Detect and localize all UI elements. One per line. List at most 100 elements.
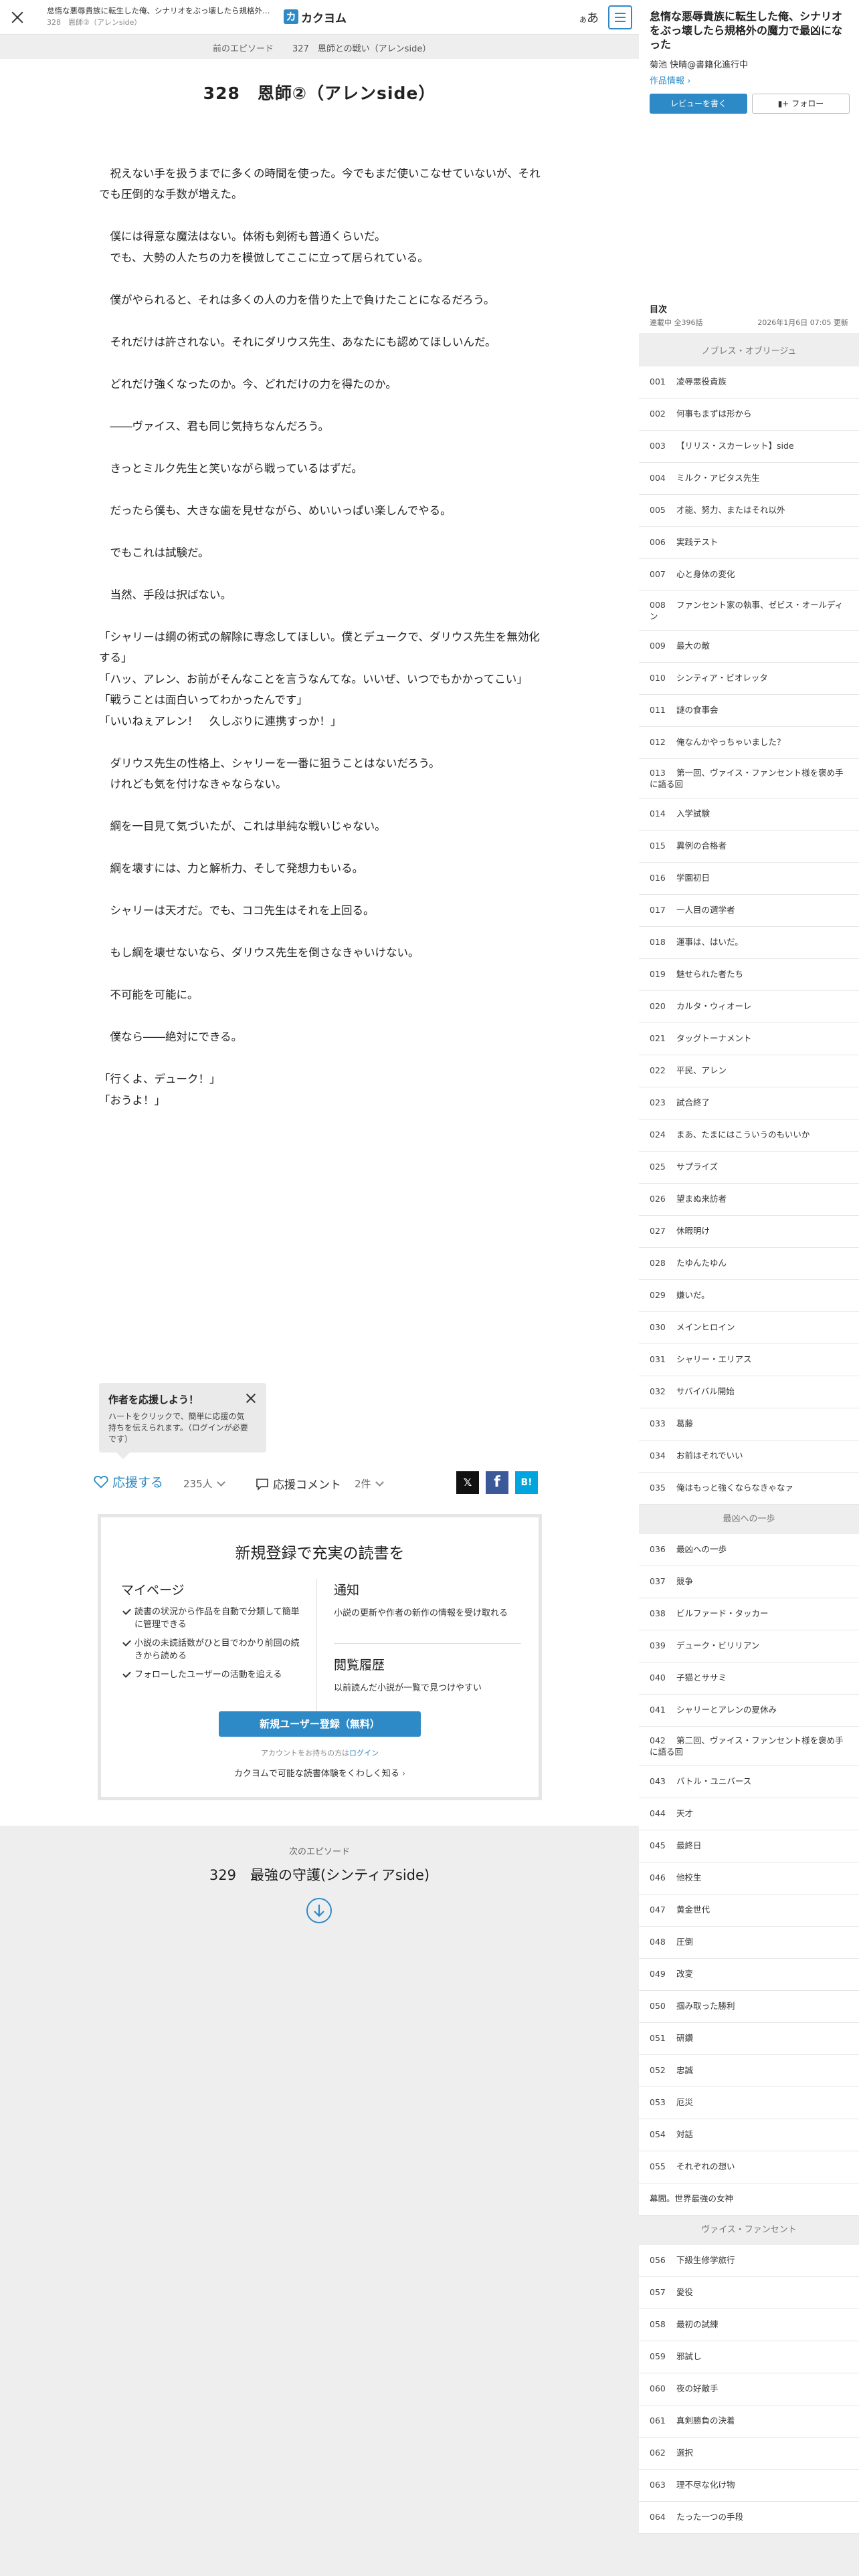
register-button[interactable]: 新規ユーザー登録（無料） xyxy=(219,1711,421,1737)
toc-episode-item[interactable]: 018 運事は、はいだ。 xyxy=(639,927,859,959)
toc-episode-item[interactable]: 054 対話 xyxy=(639,2119,859,2151)
toc-episode-item[interactable]: 057 愛役 xyxy=(639,2277,859,2309)
toc-episode-item[interactable]: 044 天才 xyxy=(639,1798,859,1830)
toc-episode-item[interactable]: 005 才能、努力、またはそれ以外 xyxy=(639,495,859,527)
toc-episode-item[interactable]: 017 一人目の選学者 xyxy=(639,895,859,927)
toc-episode-item[interactable]: 058 最初の試練 xyxy=(639,2309,859,2341)
toc-episode-item[interactable]: 037 競争 xyxy=(639,1566,859,1598)
follow-button[interactable]: ▮+ フォロー xyxy=(752,94,850,114)
toc-episode-item[interactable]: 039 デューク・ビリリアン xyxy=(639,1630,859,1662)
learn-more-link[interactable]: カクヨムで可能な読書体験をくわしく知る › xyxy=(101,1766,539,1779)
toc-episode-item[interactable]: 009 最大の敵 xyxy=(639,631,859,663)
toc-episode-item[interactable]: 004 ミルク・アビタス先生 xyxy=(639,463,859,495)
body-paragraph xyxy=(99,268,541,290)
hatena-bookmark-icon[interactable]: B! xyxy=(515,1471,538,1494)
toc-episode-item[interactable]: 029 嫌いだ。 xyxy=(639,1280,859,1312)
arrow-down-circle-icon[interactable] xyxy=(306,1898,332,1923)
toc-episode-item[interactable]: 016 学園初日 xyxy=(639,863,859,895)
body-paragraph: けれども気を付けなきゃならない。 xyxy=(99,778,287,790)
toc-episode-item[interactable]: 050 掴み取った勝利 xyxy=(639,1991,859,2023)
toc-chapter-title: ノブレス・オブリージュ xyxy=(639,337,859,366)
toc-episode-item[interactable]: 035 俺はもっと強くならなきゃなァ xyxy=(639,1473,859,1505)
toc-episode-item[interactable]: 024 まあ、たまにはこういうのもいいか xyxy=(639,1119,859,1152)
toc-episode-item[interactable]: 051 研鑽 xyxy=(639,2023,859,2055)
toc-episode-item[interactable]: 026 望まぬ来訪者 xyxy=(639,1184,859,1216)
toc-episode-item[interactable]: 015 異例の合格者 xyxy=(639,831,859,863)
toc-episode-item[interactable]: 060 夜の好敵手 xyxy=(639,2373,859,2405)
toc-episode-item[interactable]: 022 平民、アレン xyxy=(639,1055,859,1087)
top-work-title[interactable]: 怠惰な悪辱貴族に転生した俺、シナリオをぶっ壊したら規格外の魔力で最凶になった xyxy=(47,5,274,16)
toc-episode-item[interactable]: 045 最終日 xyxy=(639,1830,859,1862)
cheer-button[interactable]: 応援する xyxy=(94,1473,163,1491)
toc-episode-item[interactable]: 010 シンティア・ビオレッタ xyxy=(639,663,859,695)
next-episode-title[interactable]: 329 最強の守護(シンティアside) xyxy=(0,1864,639,1885)
author-name[interactable]: 菊池 快晴@書籍化進行中 xyxy=(650,58,748,70)
toc-episode-item[interactable]: 055 それぞれの想い xyxy=(639,2151,859,2183)
toc-episode-item[interactable]: 013 第一回、ヴァイス・ファンセント様を褒め手に語る回 xyxy=(639,759,859,798)
toc-episode-item[interactable]: 031 シャリー・エリアス xyxy=(639,1344,859,1376)
toc-episode-number: 027 xyxy=(650,1226,666,1236)
toc-episode-item[interactable]: 008 ファンセント家の執事、ゼビス・オールディン xyxy=(639,591,859,631)
toc-episode-item[interactable]: 002 何事もまずは形から xyxy=(639,399,859,431)
toc-episode-item[interactable]: 049 改変 xyxy=(639,1959,859,1991)
toc-sidebar: 怠惰な悪辱貴族に転生した俺、シナリオをぶっ壊したら規格外の魔力で最凶になった 菊… xyxy=(639,0,859,2576)
toc-episode-item[interactable]: 003 【リリス・スカーレット】side xyxy=(639,431,859,463)
comment-button[interactable]: 応援コメント xyxy=(256,1475,341,1492)
toc-episode-item[interactable]: 042 第二回、ヴァイス・ファンセント様を褒め手に語る回 xyxy=(639,1727,859,1766)
toc-episode-item[interactable]: 007 心と身体の変化 xyxy=(639,559,859,591)
toc-episode-item[interactable]: 014 入学試験 xyxy=(639,798,859,831)
toc-episode-item[interactable]: 061 真剣勝負の決着 xyxy=(639,2405,859,2438)
toc-episode-item[interactable]: 046 他校生 xyxy=(639,1862,859,1895)
toc-episode-item[interactable]: 028 たゆんたゆん xyxy=(639,1248,859,1280)
top-titles[interactable]: 怠惰な悪辱貴族に転生した俺、シナリオをぶっ壊したら規格外の魔力で最凶になった 3… xyxy=(47,5,274,28)
close-icon[interactable] xyxy=(9,9,25,25)
login-link[interactable]: ログイン xyxy=(349,1749,379,1757)
toc-episode-item[interactable]: 032 サバイバル開始 xyxy=(639,1376,859,1408)
facebook-share-icon[interactable]: f xyxy=(486,1471,508,1494)
comment-count[interactable]: 2件 xyxy=(355,1477,384,1491)
toc-episode-item[interactable]: 053 厄災 xyxy=(639,2087,859,2119)
prev-episode-link[interactable]: 前のエピソード xyxy=(213,41,274,54)
toc-episode-item[interactable]: 幕間。世界最強の女神 xyxy=(639,2183,859,2216)
toc-episode-item[interactable]: 011 謎の食事会 xyxy=(639,695,859,727)
work-info-link[interactable]: 作品情報 › xyxy=(650,74,690,86)
toc-episode-item[interactable]: 012 俺なんかやっちゃいました？ xyxy=(639,727,859,759)
toc-episode-item[interactable]: 019 魅せられた者たち xyxy=(639,959,859,991)
close-icon[interactable] xyxy=(245,1392,257,1404)
toc-episode-item[interactable]: 064 たった一つの手段 xyxy=(639,2502,859,2534)
toc-episode-item[interactable]: 023 試合終了 xyxy=(639,1087,859,1119)
toc-episode-item[interactable]: 027 休暇明け xyxy=(639,1216,859,1248)
toc-episode-item[interactable]: 030 メインヒロイン xyxy=(639,1312,859,1344)
toc-episode-item[interactable]: 062 選択 xyxy=(639,2438,859,2470)
login-prefix: アカウントをお持ちの方は xyxy=(261,1749,349,1757)
toc-menu-icon[interactable] xyxy=(608,5,632,29)
toc-episode-item[interactable]: 048 圧倒 xyxy=(639,1927,859,1959)
toc-episode-item[interactable]: 006 実践テスト xyxy=(639,527,859,559)
toc-episode-item[interactable]: 034 お前はそれでいい xyxy=(639,1440,859,1473)
toc-episode-item[interactable]: 041 シャリーとアレンの夏休み xyxy=(639,1695,859,1727)
toc-episode-item[interactable]: 001 凌辱悪役貴族 xyxy=(639,366,859,399)
toc-episode-item[interactable]: 020 カルタ・ウィオーレ xyxy=(639,991,859,1023)
toc-episode-item[interactable]: 043 バトル・ユニバース xyxy=(639,1766,859,1798)
toc-episode-item[interactable]: 040 子猫とササミ xyxy=(639,1662,859,1695)
toc-episode-item[interactable]: 059 邪試し xyxy=(639,2341,859,2373)
toc-episode-item[interactable]: 038 ビルファード・タッカー xyxy=(639,1598,859,1630)
toc-chapter-title: ヴァイス・ファンセント xyxy=(639,2216,859,2245)
toc-episode-item[interactable]: 052 忠誠 xyxy=(639,2055,859,2087)
cheer-count[interactable]: 235人 xyxy=(183,1477,225,1491)
current-episode-link[interactable]: 327 恩師との戦い（アレンside） xyxy=(292,41,431,54)
toc-episode-item[interactable]: 033 葛藤 xyxy=(639,1408,859,1440)
toc-episode-item[interactable]: 047 黄金世代 xyxy=(639,1895,859,1927)
x-share-icon[interactable]: 𝕏 xyxy=(456,1471,479,1494)
toc-episode-item[interactable]: 063 理不尽な化け物 xyxy=(639,2470,859,2502)
font-size-toggle[interactable]: ああ xyxy=(579,9,599,26)
toc-episode-title: 競争 xyxy=(676,1576,694,1586)
toc-episode-item[interactable]: 025 サプライズ xyxy=(639,1152,859,1184)
sidebar-work-title[interactable]: 怠惰な悪辱貴族に転生した俺、シナリオをぶっ壊したら規格外の魔力で最凶になった xyxy=(650,9,850,51)
write-review-button[interactable]: レビューを書く xyxy=(650,94,747,114)
toc-episode-item[interactable]: 036 最凶への一歩 xyxy=(639,1534,859,1566)
toc-episode-title: たった一つの手段 xyxy=(676,2512,744,2522)
site-logo[interactable]: カ カクヨム xyxy=(284,8,347,25)
toc-episode-item[interactable]: 021 タッグトーナメント xyxy=(639,1023,859,1055)
toc-episode-item[interactable]: 056 下級生修学旅行 xyxy=(639,2245,859,2277)
